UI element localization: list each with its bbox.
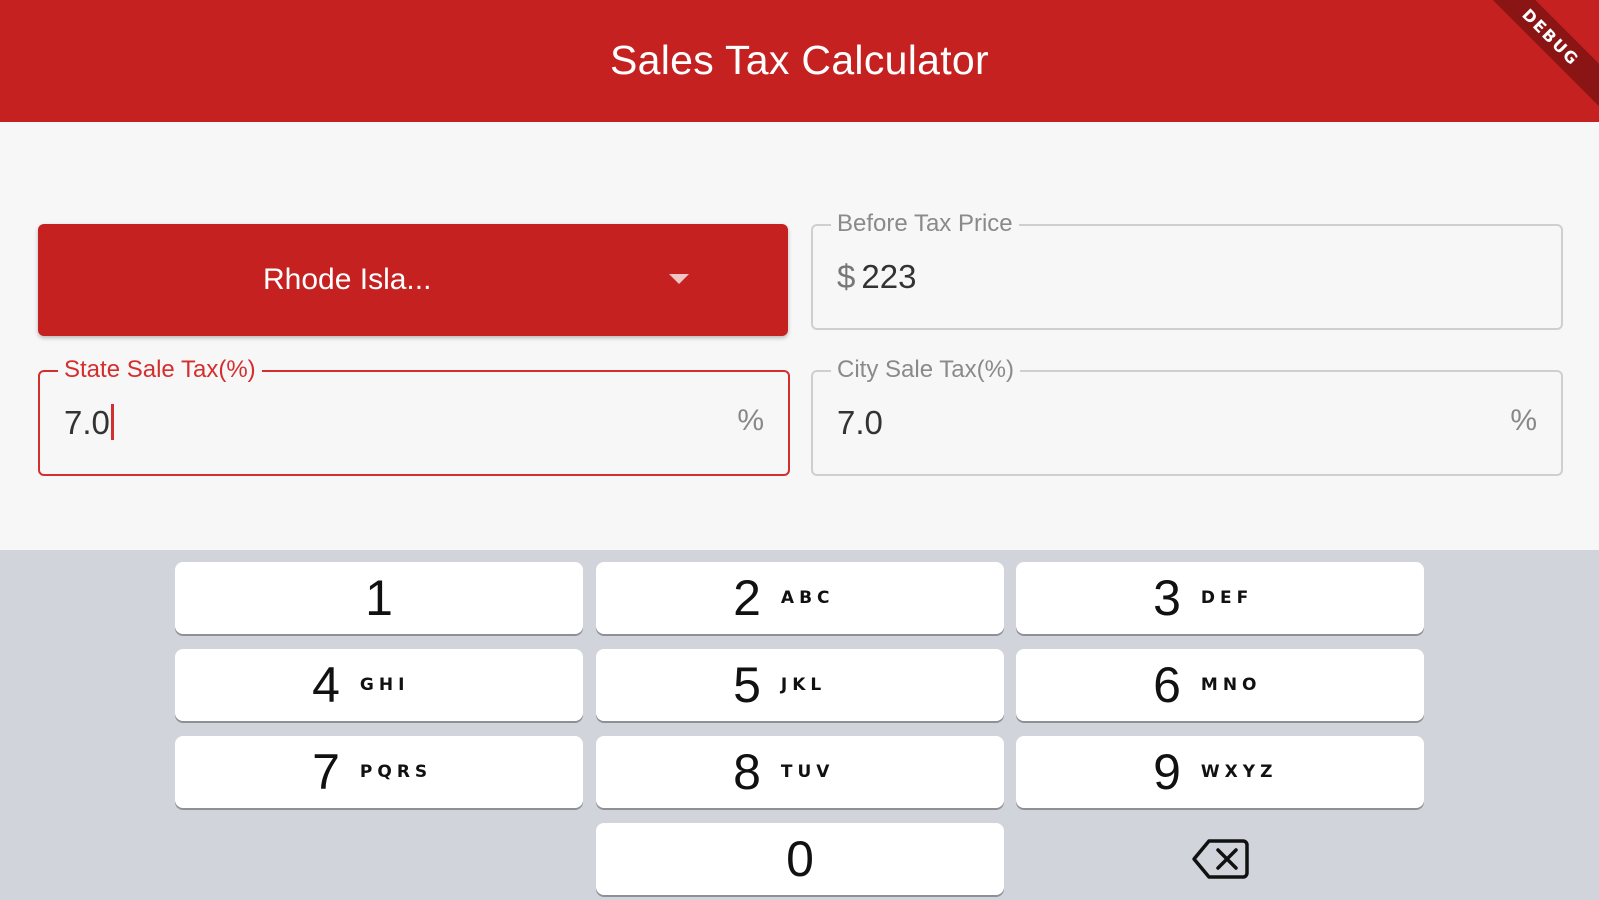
- state-dropdown[interactable]: Rhode Isla...: [38, 224, 788, 336]
- key-1[interactable]: 1: [175, 562, 583, 634]
- currency-prefix: $: [837, 258, 856, 295]
- key-digit: 7: [312, 744, 340, 800]
- key-letters: ABC: [780, 588, 835, 608]
- key-digit: 4: [312, 657, 340, 713]
- key-6[interactable]: 6 MNO: [1016, 649, 1424, 721]
- key-9[interactable]: 9 WXYZ: [1016, 736, 1424, 808]
- key-letters: DEF: [1200, 588, 1254, 608]
- city-tax-percent-suffix: %: [1510, 404, 1537, 437]
- city-tax-input[interactable]: 7.0: [837, 404, 883, 442]
- state-tax-value: 7.0: [64, 404, 110, 441]
- state-tax-input[interactable]: 7.0: [64, 404, 114, 442]
- key-letters: WXYZ: [1200, 762, 1278, 782]
- state-tax-percent-suffix: %: [737, 404, 764, 437]
- before-tax-price-input[interactable]: $223: [837, 258, 916, 296]
- app-title: Sales Tax Calculator: [610, 36, 989, 83]
- key-digit: 0: [786, 831, 814, 887]
- key-letters: GHI: [359, 675, 410, 695]
- backspace-icon: [1192, 839, 1249, 879]
- key-digit: 2: [733, 570, 761, 626]
- state-dropdown-value: Rhode Isla...: [263, 263, 432, 296]
- app-bar: Sales Tax Calculator DEBUG: [0, 0, 1599, 122]
- key-digit: 9: [1153, 744, 1181, 800]
- key-letters: MNO: [1200, 675, 1262, 695]
- state-tax-label: State Sale Tax(%): [58, 355, 262, 385]
- text-caret: [110, 404, 114, 440]
- before-tax-price-field[interactable]: Before Tax Price $223: [811, 209, 1563, 330]
- key-letters: JKL: [780, 675, 827, 695]
- key-3[interactable]: 3 DEF: [1016, 562, 1424, 634]
- before-tax-price-label: Before Tax Price: [831, 209, 1019, 239]
- delete-key[interactable]: [1016, 823, 1424, 895]
- key-digit: 5: [733, 657, 761, 713]
- city-tax-value: 7.0: [837, 404, 883, 441]
- key-digit: 1: [365, 570, 393, 626]
- city-tax-field[interactable]: City Sale Tax(%) 7.0 %: [811, 355, 1563, 476]
- key-2[interactable]: 2 ABC: [596, 562, 1004, 634]
- key-digit: 8: [733, 744, 761, 800]
- numeric-keypad: 1 2 ABC 3 DEF 4 GHI 5 JKL 6 MNO 7 PQRS 8…: [0, 550, 1599, 900]
- key-letters: TUV: [780, 762, 835, 782]
- key-4[interactable]: 4 GHI: [175, 649, 583, 721]
- key-0[interactable]: 0: [596, 823, 1004, 895]
- city-tax-label: City Sale Tax(%): [831, 355, 1020, 385]
- key-digit: 6: [1153, 657, 1181, 713]
- key-5[interactable]: 5 JKL: [596, 649, 1004, 721]
- dropdown-arrow-icon: [669, 274, 689, 284]
- debug-banner: DEBUG: [1469, 0, 1599, 119]
- key-letters: PQRS: [359, 762, 433, 782]
- key-digit: 3: [1153, 570, 1181, 626]
- calculator-form: Rhode Isla... Before Tax Price $223 Stat…: [0, 122, 1599, 550]
- state-tax-field[interactable]: State Sale Tax(%) 7.0 %: [38, 355, 790, 476]
- before-tax-price-value: 223: [861, 258, 917, 295]
- key-7[interactable]: 7 PQRS: [175, 736, 583, 808]
- key-8[interactable]: 8 TUV: [596, 736, 1004, 808]
